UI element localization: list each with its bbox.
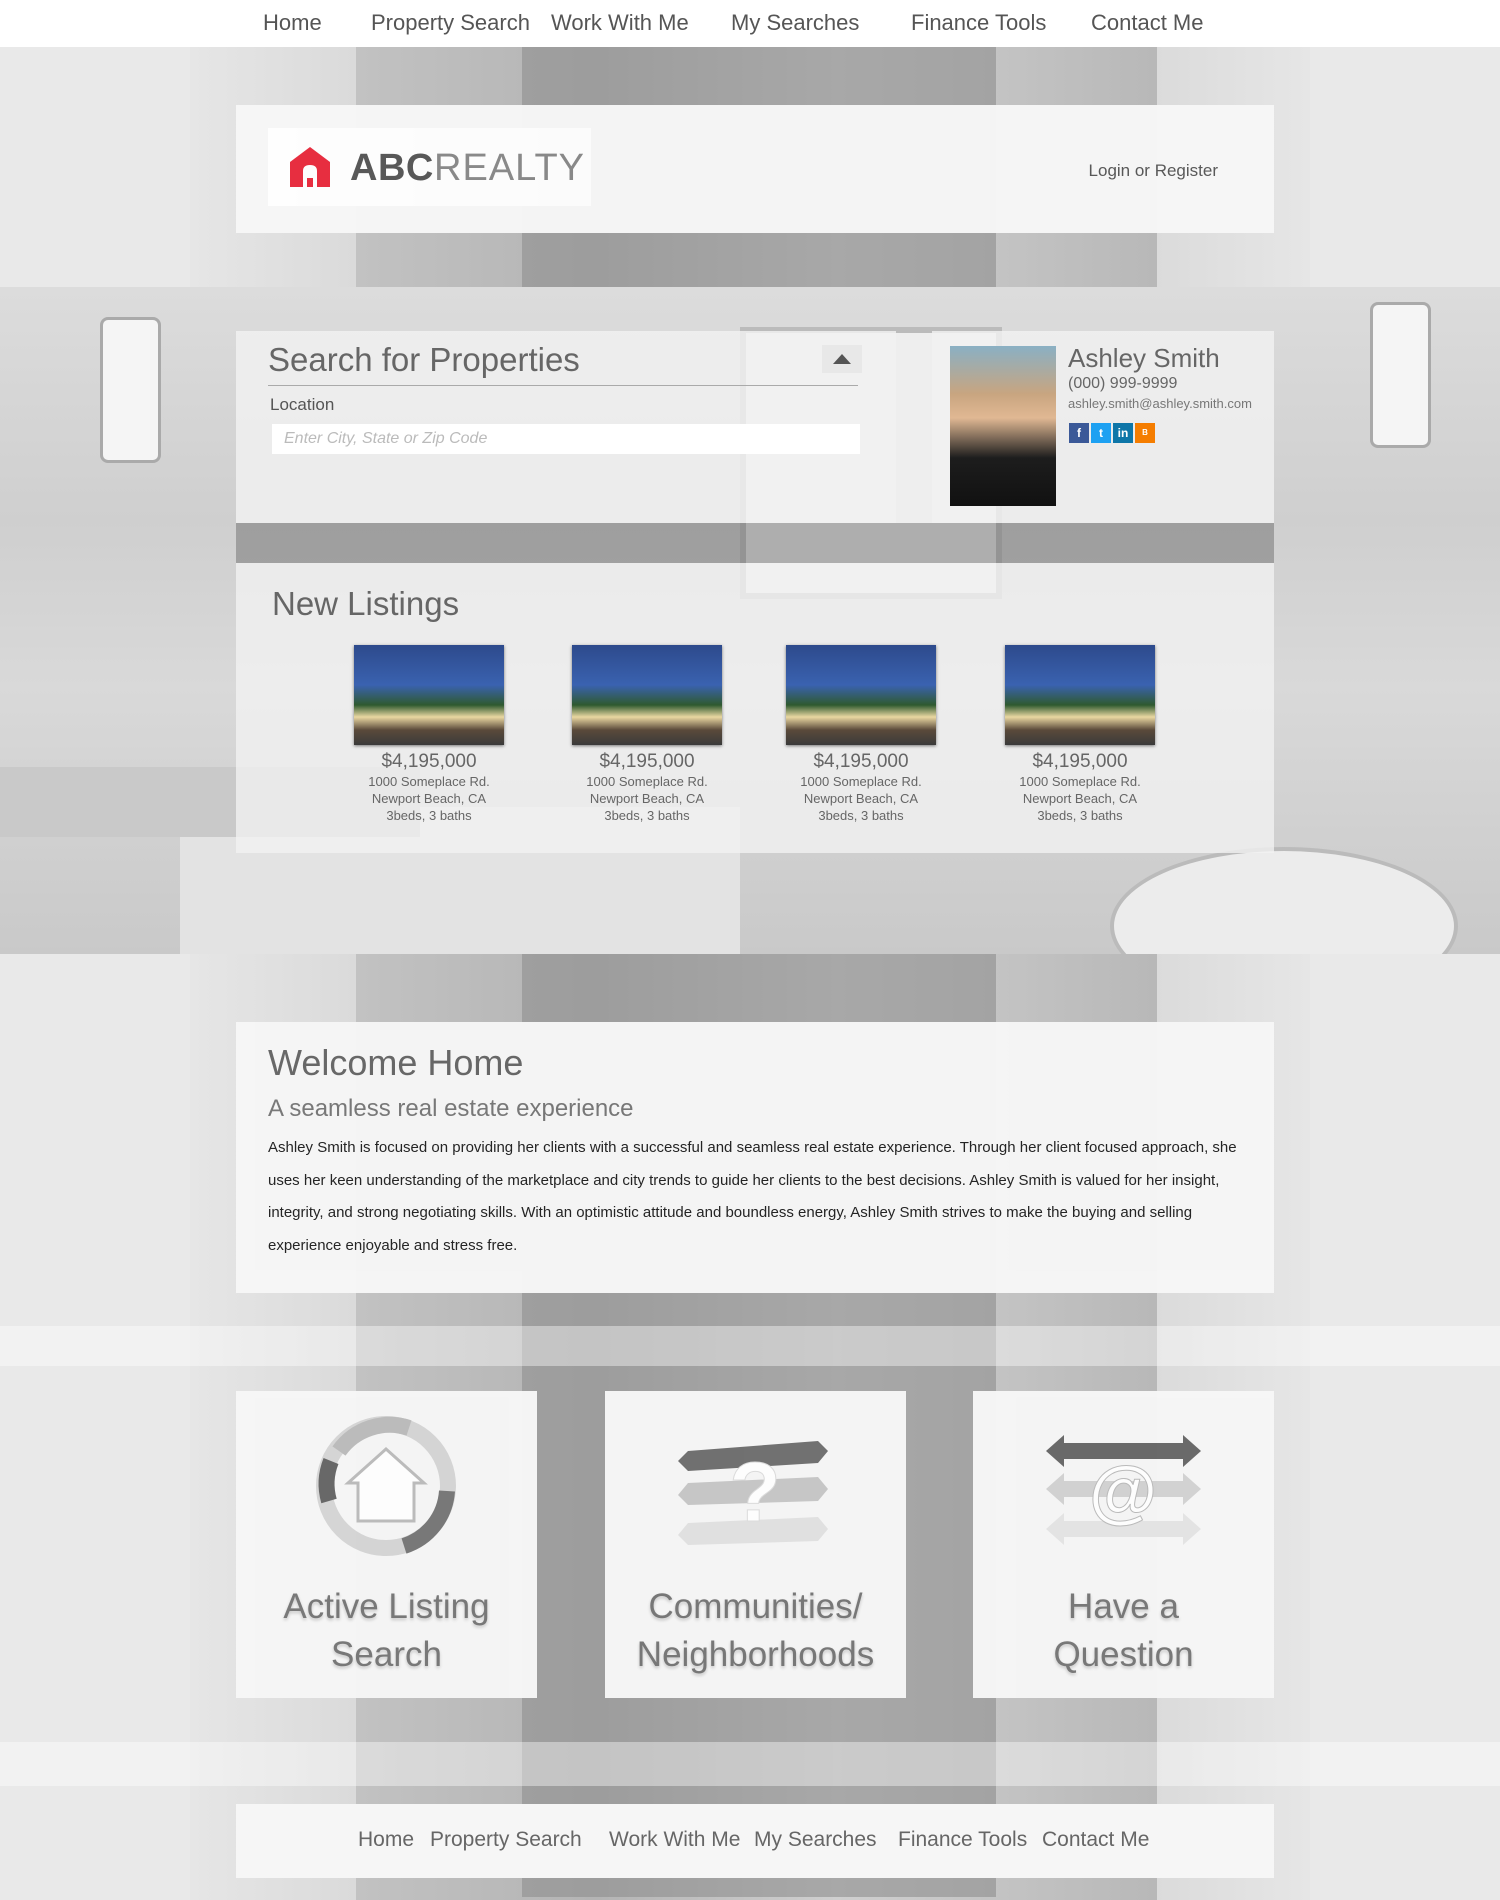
agent-email[interactable]: ashley.smith@ashley.smith.com	[1068, 396, 1252, 411]
linkedin-icon[interactable]: in	[1113, 423, 1133, 443]
blog-icon[interactable]: B	[1135, 423, 1155, 443]
agent-name: Ashley Smith	[1068, 343, 1220, 373]
listing-price: $4,195,000	[813, 751, 909, 772]
welcome-title: Welcome Home	[268, 1042, 524, 1083]
house-cycle-icon	[316, 1416, 456, 1556]
listing-city: Newport Beach, CA	[589, 791, 705, 806]
listing-photo[interactable]	[354, 645, 504, 745]
listing-details: 3beds, 3 baths	[386, 808, 472, 823]
listing-city: Newport Beach, CA	[371, 791, 487, 806]
footer-contact-me[interactable]: Contact Me	[1042, 1828, 1149, 1852]
card-label: Active Listing Search	[283, 1587, 490, 1674]
bg-stripe	[0, 1742, 1500, 1786]
listing-street: 1000 Someplace Rd.	[1019, 774, 1141, 789]
hero-lamp	[1370, 302, 1431, 448]
nav-property-search[interactable]: Property Search	[371, 10, 530, 36]
divider	[268, 385, 858, 386]
bg-stripe	[0, 1326, 1500, 1366]
footer-nav: Home Property Search Work With Me My Sea…	[236, 1804, 1274, 1878]
logo[interactable]: ABC REALTY	[268, 128, 591, 206]
at-arrows-icon: @	[1046, 1435, 1201, 1545]
footer-my-searches[interactable]: My Searches	[754, 1828, 877, 1852]
listing-street: 1000 Someplace Rd.	[586, 774, 708, 789]
hero-sink	[1110, 847, 1458, 954]
listing-price: $4,195,000	[599, 751, 695, 772]
login-register-link[interactable]: Login or Register	[1089, 161, 1218, 181]
logo-realty-text: REALTY	[434, 147, 586, 189]
question-arrows-icon: ?	[678, 1441, 828, 1545]
footer-work-with-me[interactable]: Work With Me	[609, 1828, 740, 1852]
card-have-a-question[interactable]: @ Have a Question	[973, 1391, 1274, 1698]
listing-street: 1000 Someplace Rd.	[368, 774, 490, 789]
listing-street: 1000 Someplace Rd.	[800, 774, 922, 789]
hero-lamp	[100, 317, 161, 463]
new-listings-panel: New Listings $4,195,000 1000 Someplace R…	[236, 563, 1274, 853]
card-label: Communities/Neighborhoods	[636, 1587, 875, 1674]
svg-text:@: @	[1089, 1452, 1157, 1530]
listing-photo[interactable]	[786, 645, 936, 745]
footer-home[interactable]: Home	[358, 1828, 414, 1852]
location-input[interactable]	[272, 424, 860, 454]
site-header: ABC REALTY Login or Register	[236, 105, 1274, 233]
card-communities-neighborhoods[interactable]: ? Communities/Neighborhoods	[605, 1391, 906, 1698]
listing-details: 3beds, 3 baths	[604, 808, 690, 823]
agent-card: Ashley Smith (000) 999-9999 ashley.smith…	[932, 331, 1274, 523]
agent-photo	[950, 346, 1056, 506]
listing-card[interactable]: $4,195,000 1000 Someplace Rd. Newport Be…	[786, 645, 936, 824]
listings-title: New Listings	[272, 585, 460, 622]
listing-card[interactable]: $4,195,000 1000 Someplace Rd. Newport Be…	[354, 645, 504, 824]
welcome-section: Welcome Home A seamless real estate expe…	[236, 1022, 1274, 1293]
welcome-subtitle: A seamless real estate experience	[268, 1095, 634, 1122]
card-active-listing-search[interactable]: Active Listing Search	[236, 1391, 537, 1698]
nav-my-searches[interactable]: My Searches	[731, 10, 859, 36]
house-logo-icon	[290, 147, 330, 187]
listing-details: 3beds, 3 baths	[1037, 808, 1123, 823]
twitter-icon[interactable]: t	[1091, 423, 1111, 443]
nav-home[interactable]: Home	[263, 10, 322, 36]
property-search-panel: Search for Properties Location	[236, 331, 896, 523]
listing-photo[interactable]	[1005, 645, 1155, 745]
agent-phone: (000) 999-9999	[1068, 375, 1178, 392]
svg-text:?: ?	[729, 1445, 780, 1539]
listing-details: 3beds, 3 baths	[818, 808, 904, 823]
listing-city: Newport Beach, CA	[803, 791, 919, 806]
listing-city: Newport Beach, CA	[1022, 791, 1138, 806]
nav-work-with-me[interactable]: Work With Me	[551, 10, 689, 36]
collapse-button[interactable]	[822, 345, 862, 373]
nav-finance-tools[interactable]: Finance Tools	[911, 10, 1046, 36]
nav-contact-me[interactable]: Contact Me	[1091, 10, 1204, 36]
facebook-icon[interactable]: f	[1069, 423, 1089, 443]
welcome-body: Ashley Smith is focused on providing her…	[268, 1139, 1237, 1254]
listing-photo[interactable]	[572, 645, 722, 745]
footer-finance-tools[interactable]: Finance Tools	[898, 1828, 1027, 1852]
listing-price: $4,195,000	[381, 751, 477, 772]
listing-price: $4,195,000	[1032, 751, 1128, 772]
logo-abc-text: ABC	[350, 147, 434, 189]
listing-card[interactable]: $4,195,000 1000 Someplace Rd. Newport Be…	[572, 645, 722, 824]
search-title: Search for Properties	[268, 341, 580, 378]
footer-property-search[interactable]: Property Search	[430, 1828, 582, 1852]
listing-card[interactable]: $4,195,000 1000 Someplace Rd. Newport Be…	[1005, 645, 1155, 824]
hero-shelf	[236, 523, 1274, 563]
top-nav: Home Property Search Work With Me My Sea…	[0, 0, 1500, 47]
card-label: Have a Question	[1053, 1587, 1194, 1674]
location-label: Location	[270, 395, 335, 414]
